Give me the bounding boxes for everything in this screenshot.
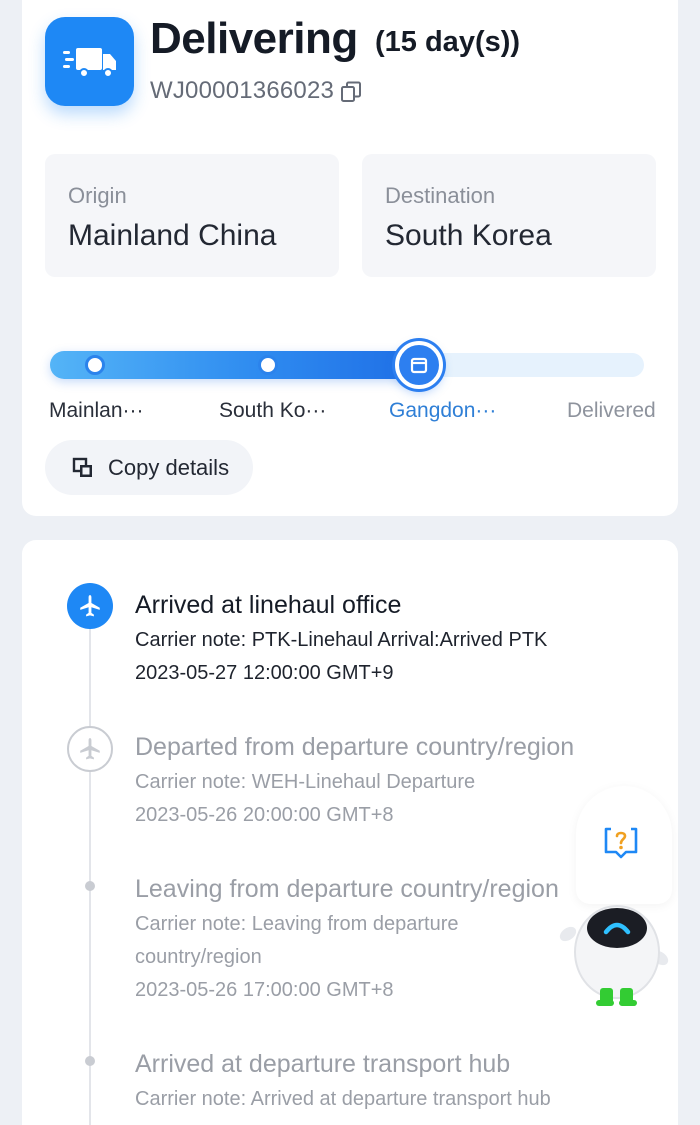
timeline-event-time: 2023-05-26 17:00:00 GMT+8 — [135, 979, 394, 1001]
destination-box: Destination South Korea — [362, 154, 656, 277]
shipment-status-title: Delivering — [150, 14, 358, 63]
origin-box: Origin Mainland China — [45, 154, 339, 277]
transit-duration: (15 day(s)) — [375, 26, 521, 58]
progress-step-label: Mainlan··· — [49, 399, 144, 422]
origin-value: Mainland China — [68, 219, 277, 252]
status-badge — [45, 17, 134, 106]
timeline-event-icon-active — [67, 583, 113, 629]
progress-fill — [50, 351, 418, 379]
timeline-event-note: Carrier note: Arrived at departure trans… — [135, 1088, 551, 1110]
timeline-event-note: Carrier note: Leaving from departure — [135, 913, 459, 935]
timeline-event-note: Carrier note: WEH-Linehaul Departure — [135, 771, 476, 793]
timeline-event-dot — [85, 881, 95, 891]
timeline-event-title: Arrived at linehaul office — [135, 591, 402, 619]
timeline-line — [89, 628, 91, 1125]
copy-details-button[interactable]: Copy details — [45, 440, 253, 495]
timeline-event-time: 2023-05-27 12:00:00 GMT+9 — [135, 662, 394, 684]
progress-step-origin-dot — [85, 355, 105, 375]
help-question-icon[interactable] — [603, 826, 639, 860]
timeline-event-icon — [67, 726, 113, 772]
progress-step-label-current: Gangdon··· — [389, 399, 497, 422]
timeline-event-title: Leaving from departure country/region — [135, 875, 559, 903]
truck-icon — [62, 47, 116, 78]
airplane-icon — [80, 595, 100, 617]
destination-label: Destination — [385, 183, 496, 208]
timeline-event-title: Departed from departure country/region — [135, 733, 575, 761]
timeline-event-time: 2023-05-26 20:00:00 GMT+8 — [135, 804, 394, 826]
copy-icon[interactable] — [340, 81, 362, 103]
progress-step-label: South Ko··· — [219, 399, 327, 422]
origin-label: Origin — [68, 183, 127, 208]
copy-details-icon — [72, 457, 92, 477]
progress-step-current-marker — [395, 341, 443, 389]
tracking-number: WJ00001366023 — [150, 77, 335, 104]
progress-step-transit-dot — [258, 355, 278, 375]
copy-details-label: Copy details — [108, 454, 230, 480]
timeline-event-note: Carrier note: PTK-Linehaul Arrival:Arriv… — [135, 629, 548, 651]
parcel-icon — [410, 357, 428, 374]
timeline-event-dot — [85, 1056, 95, 1066]
robot-assistant-icon[interactable] — [556, 892, 674, 1010]
airplane-icon — [80, 738, 100, 760]
destination-value: South Korea — [385, 219, 552, 252]
timeline-event-note: country/region — [135, 946, 262, 968]
timeline-event-title: Arrived at departure transport hub — [135, 1050, 511, 1078]
progress-step-label-delivered: Delivered — [567, 399, 656, 422]
